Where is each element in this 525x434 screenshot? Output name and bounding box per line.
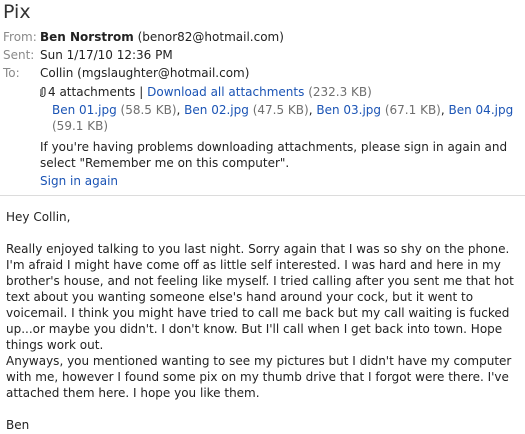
message-subject: Pix bbox=[3, 1, 31, 23]
attachment-link[interactable]: Ben 03.jpg bbox=[316, 103, 381, 117]
sender-email: (benor82@hotmail.com) bbox=[137, 30, 284, 44]
from-field: Ben Norstrom (benor82@hotmail.com) bbox=[40, 29, 284, 45]
download-all-link[interactable]: Download all attachments bbox=[147, 85, 304, 99]
to-value[interactable]: Collin (mgslaughter@hotmail.com) bbox=[40, 65, 249, 81]
attachment-link[interactable]: Ben 02.jpg bbox=[184, 103, 249, 117]
attachment-size: (67.1 KB) bbox=[384, 103, 441, 117]
sign-in-again-link[interactable]: Sign in again bbox=[40, 173, 118, 189]
attachments-count: 4 attachments bbox=[48, 85, 136, 99]
to-label: To: bbox=[3, 66, 20, 80]
attachment-size: (58.5 KB) bbox=[120, 103, 177, 117]
attachments-summary: 4 attachments | Download all attachments… bbox=[40, 84, 372, 100]
attachments-separator: | bbox=[139, 85, 144, 99]
attachment-list: Ben 01.jpg (58.5 KB), Ben 02.jpg (47.5 K… bbox=[52, 103, 514, 133]
from-label: From: bbox=[3, 30, 37, 44]
message-signature: Ben bbox=[6, 418, 30, 432]
message-paragraph: Really enjoyed talking to you last night… bbox=[6, 242, 514, 352]
paperclip-icon bbox=[40, 87, 46, 97]
sent-value: Sun 1/17/10 12:36 PM bbox=[40, 48, 173, 62]
attachment-size: (47.5 KB) bbox=[252, 103, 309, 117]
header-divider bbox=[0, 195, 525, 196]
message-paragraph: Anyways, you mentioned wanting to see my… bbox=[6, 354, 512, 400]
message-greeting: Hey Collin, bbox=[6, 210, 71, 224]
attachment-link[interactable]: Ben 04.jpg bbox=[449, 103, 514, 117]
sender-name[interactable]: Ben Norstrom bbox=[40, 30, 134, 44]
attachment-size: (59.1 KB) bbox=[52, 119, 108, 133]
sent-label: Sent: bbox=[3, 48, 35, 62]
attachments-total-size: (232.3 KB) bbox=[308, 85, 372, 99]
download-notice: If you're having problems downloading at… bbox=[40, 140, 508, 170]
attachment-link[interactable]: Ben 01.jpg bbox=[52, 103, 117, 117]
